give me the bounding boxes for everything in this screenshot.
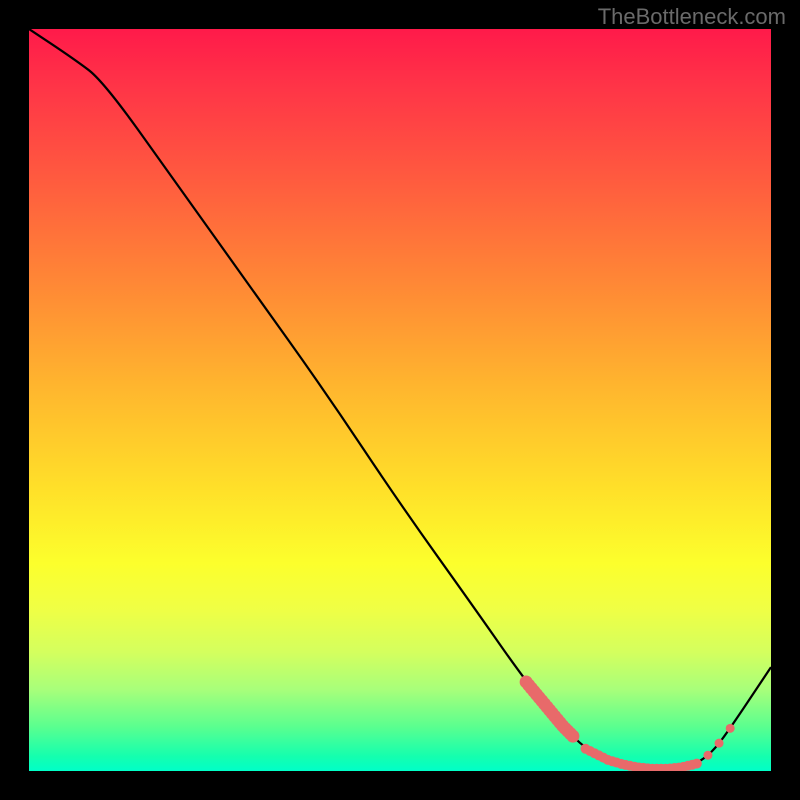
bottleneck-curve	[29, 29, 771, 769]
data-point	[726, 724, 735, 733]
data-point	[715, 739, 724, 748]
chart-svg	[29, 29, 771, 771]
data-markers	[520, 675, 735, 771]
data-point	[703, 751, 712, 760]
chart-area	[29, 29, 771, 771]
data-point	[692, 759, 702, 769]
data-point	[566, 730, 579, 743]
watermark-text: TheBottleneck.com	[598, 4, 786, 30]
